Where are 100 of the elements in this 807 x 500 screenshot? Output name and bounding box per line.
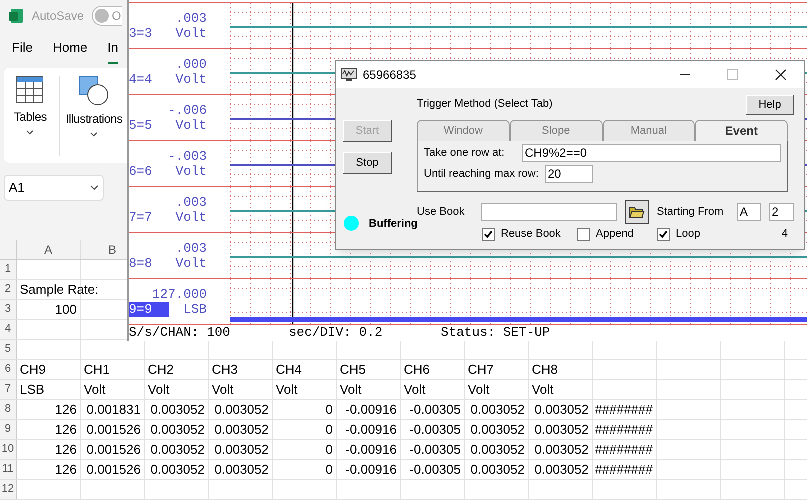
table-cell-text: Volt xyxy=(276,380,298,399)
table-cell-text: -0.00916 xyxy=(346,440,397,459)
table-cell-text: 0.003052 xyxy=(534,460,589,479)
table-cell-text: 0.001831 xyxy=(86,400,141,419)
channel-value: -.006 xyxy=(168,102,208,118)
spreadsheet-logo-icon xyxy=(8,8,24,24)
ribbon-group-button[interactable]: Tables xyxy=(14,76,60,156)
table-cell-text: 126 xyxy=(55,440,77,459)
channel-label[interactable]: 7=7 xyxy=(129,210,152,224)
table-cell-text: 0.003052 xyxy=(534,420,589,439)
window-title: 65966835 xyxy=(363,66,418,84)
trigger-tab[interactable]: Slope xyxy=(510,120,602,141)
monitor-icon xyxy=(341,68,357,82)
checkbox[interactable] xyxy=(482,228,495,241)
channel-label[interactable]: 9=9 xyxy=(129,302,169,316)
table-cell-text: 100 xyxy=(55,300,77,319)
table-cell-text: CH7 xyxy=(468,360,494,379)
field-label: Take one row at: xyxy=(424,146,506,161)
channel-label[interactable]: 6=6 xyxy=(129,164,152,178)
channel-label[interactable]: 3=3 xyxy=(129,26,152,40)
status-text: Status: SET-UP xyxy=(441,325,550,340)
row-count: 4 xyxy=(782,227,788,242)
table-cell-text: CH1 xyxy=(84,360,110,379)
name-box[interactable]: A1 xyxy=(4,174,104,201)
table-cell-text: -0.00305 xyxy=(410,460,461,479)
cursor-line[interactable] xyxy=(292,141,294,186)
checkbox[interactable] xyxy=(577,228,590,241)
column-header[interactable]: A xyxy=(44,240,52,259)
input-field[interactable]: 20 xyxy=(544,165,593,183)
table-cell-text: 0.003052 xyxy=(534,400,589,419)
table-cell-text: 0.003052 xyxy=(214,440,269,459)
channel-unit: Volt xyxy=(176,72,207,86)
shapes-icon xyxy=(79,76,110,106)
table-cell-text: 126 xyxy=(55,400,77,419)
ribbon-tab[interactable]: Home xyxy=(52,38,88,64)
checkbox[interactable] xyxy=(657,228,670,241)
table-cell-text: Volt xyxy=(468,380,490,399)
table-cell-text: Volt xyxy=(404,380,426,399)
table-cell-text: CH5 xyxy=(340,360,366,379)
table-cell-text: -0.00916 xyxy=(346,420,397,439)
trigger-heading: Trigger Method (Select Tab) xyxy=(417,96,553,112)
table-cell-text: LSB xyxy=(20,380,45,399)
checkbox-label: Loop xyxy=(676,227,700,242)
column-field[interactable]: A xyxy=(737,203,761,221)
status-label: Buffering xyxy=(369,216,418,232)
table-cell-text: 0.003052 xyxy=(214,460,269,479)
table-cell-text: ######## xyxy=(595,460,653,479)
table-cell-text: -0.00916 xyxy=(346,400,397,419)
channel-unit: Volt xyxy=(176,210,207,224)
table-cell-text: 0.001526 xyxy=(86,460,141,479)
channel-value: .003 xyxy=(176,194,208,210)
column-header[interactable]: B xyxy=(108,240,116,259)
ribbon-tab[interactable]: In xyxy=(108,38,118,64)
table-cell-text: Volt xyxy=(212,380,234,399)
channel-value: .003 xyxy=(176,240,208,256)
folder-icon xyxy=(629,206,645,218)
help-button[interactable]: Help xyxy=(746,95,794,115)
book-field[interactable] xyxy=(481,203,617,221)
cursor-line[interactable] xyxy=(292,187,294,232)
channel-label[interactable]: 8=8 xyxy=(129,256,152,270)
table-cell-text: Volt xyxy=(340,380,362,399)
table-cell-text: Sample Rate: xyxy=(20,280,99,299)
table-cell-text: -0.00305 xyxy=(410,400,461,419)
cursor-line[interactable] xyxy=(292,95,294,140)
input-field[interactable]: CH9%2==0 xyxy=(522,144,781,162)
table-cell-text: 0.003052 xyxy=(150,460,205,479)
trigger-tab[interactable]: Window xyxy=(417,120,510,141)
trigger-tab[interactable]: Manual xyxy=(602,120,696,141)
channel-unit: Volt xyxy=(176,164,207,178)
channel-value: .000 xyxy=(176,56,208,72)
checkbox-label: Reuse Book xyxy=(501,227,561,242)
channel-value: -.003 xyxy=(168,148,208,164)
stop-button[interactable]: Stop xyxy=(343,152,392,174)
field-label: Use Book xyxy=(417,204,466,219)
open-folder-button[interactable] xyxy=(625,200,649,224)
channel-value: .003 xyxy=(176,10,208,26)
channel-unit: Volt xyxy=(176,26,207,40)
table-cell-text: CH9 xyxy=(20,360,46,379)
table-cell-text: Volt xyxy=(84,380,106,399)
row-field[interactable]: 2 xyxy=(769,203,794,221)
table-cell-text: 0 xyxy=(326,440,333,459)
table-cell-text: -0.00916 xyxy=(346,460,397,479)
channel-unit: Volt xyxy=(176,118,207,132)
table-cell-text: 0.001526 xyxy=(86,440,141,459)
trigger-tab[interactable]: Event xyxy=(695,120,788,141)
ribbon-group-button[interactable]: Illustrations xyxy=(66,76,123,137)
table-cell-text: CH6 xyxy=(404,360,430,379)
cursor-line[interactable] xyxy=(292,49,294,94)
close-icon[interactable] xyxy=(775,68,787,80)
cursor-line[interactable] xyxy=(292,3,294,48)
ribbon-tab[interactable]: File xyxy=(12,38,33,64)
cursor-line[interactable] xyxy=(292,233,294,278)
table-cell-text: 126 xyxy=(55,460,77,479)
table-cell-text: 126 xyxy=(55,420,77,439)
table-cell-text: 0.003052 xyxy=(470,440,525,459)
channel-label[interactable]: 5=5 xyxy=(129,118,152,132)
status-text: S/s/CHAN: 100 xyxy=(129,325,232,340)
channel-label[interactable]: 4=4 xyxy=(129,72,152,86)
table-cell-text: ######## xyxy=(595,420,653,439)
table-cell-text: 0.003052 xyxy=(214,420,269,439)
